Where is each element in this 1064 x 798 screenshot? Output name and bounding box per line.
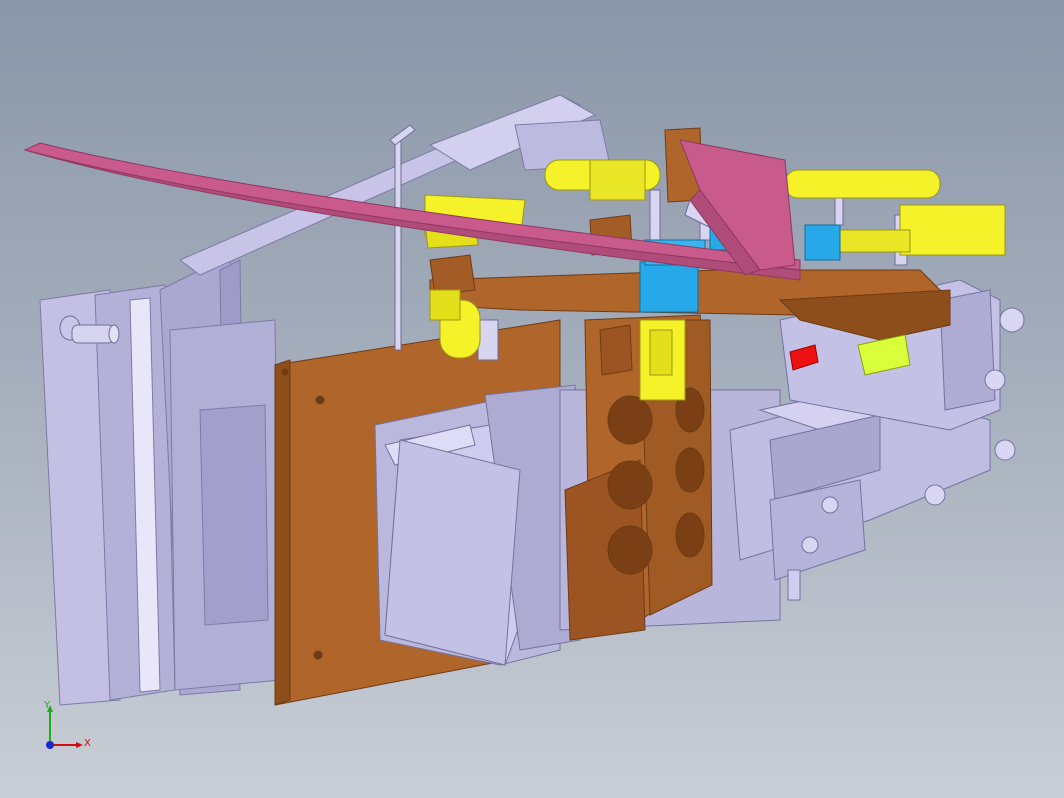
support-tower xyxy=(564,314,713,641)
fixture-model[interactable] xyxy=(0,0,1064,798)
axis-triad-icon: Y X xyxy=(40,700,100,760)
cad-viewport[interactable]: Y X xyxy=(0,0,1064,798)
y-axis-label: Y xyxy=(44,700,51,711)
tilted-panel xyxy=(384,439,521,666)
x-axis-label: X xyxy=(84,738,91,749)
